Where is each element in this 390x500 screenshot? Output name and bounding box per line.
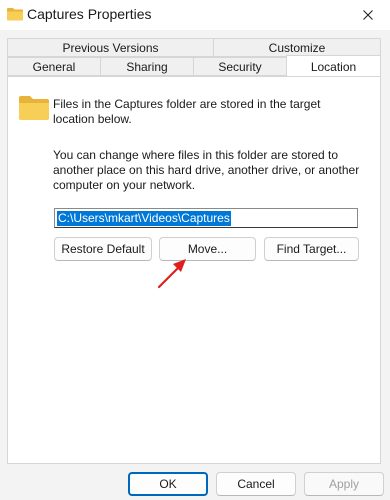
folder-icon bbox=[7, 7, 23, 24]
ok-button[interactable]: OK bbox=[128, 472, 208, 496]
tab-security[interactable]: Security bbox=[193, 57, 287, 76]
target-path-value: C:\Users\mkart\Videos\Captures bbox=[57, 210, 231, 226]
close-button[interactable] bbox=[346, 0, 390, 30]
tab-row-front: General Sharing Security Location bbox=[0, 55, 390, 77]
window-title: Captures Properties bbox=[27, 6, 152, 22]
apply-button[interactable]: Apply bbox=[304, 472, 384, 496]
location-change-text: You can change where files in this folde… bbox=[53, 148, 360, 192]
folder-icon bbox=[19, 95, 49, 124]
title-bar: Captures Properties bbox=[0, 0, 390, 30]
find-target-button[interactable]: Find Target... bbox=[264, 237, 359, 261]
tab-previous-versions[interactable]: Previous Versions bbox=[7, 38, 214, 57]
target-path-input[interactable]: C:\Users\mkart\Videos\Captures bbox=[54, 208, 358, 228]
annotation-arrow-icon bbox=[157, 259, 186, 289]
restore-default-button[interactable]: Restore Default bbox=[54, 237, 152, 261]
tab-general[interactable]: General bbox=[7, 57, 101, 76]
location-panel: Files in the Captures folder are stored … bbox=[7, 76, 381, 464]
tab-location[interactable]: Location bbox=[286, 55, 381, 77]
close-icon bbox=[363, 10, 373, 20]
tab-sharing[interactable]: Sharing bbox=[100, 57, 194, 76]
location-info-text: Files in the Captures folder are stored … bbox=[53, 97, 321, 126]
cancel-button[interactable]: Cancel bbox=[216, 472, 296, 496]
